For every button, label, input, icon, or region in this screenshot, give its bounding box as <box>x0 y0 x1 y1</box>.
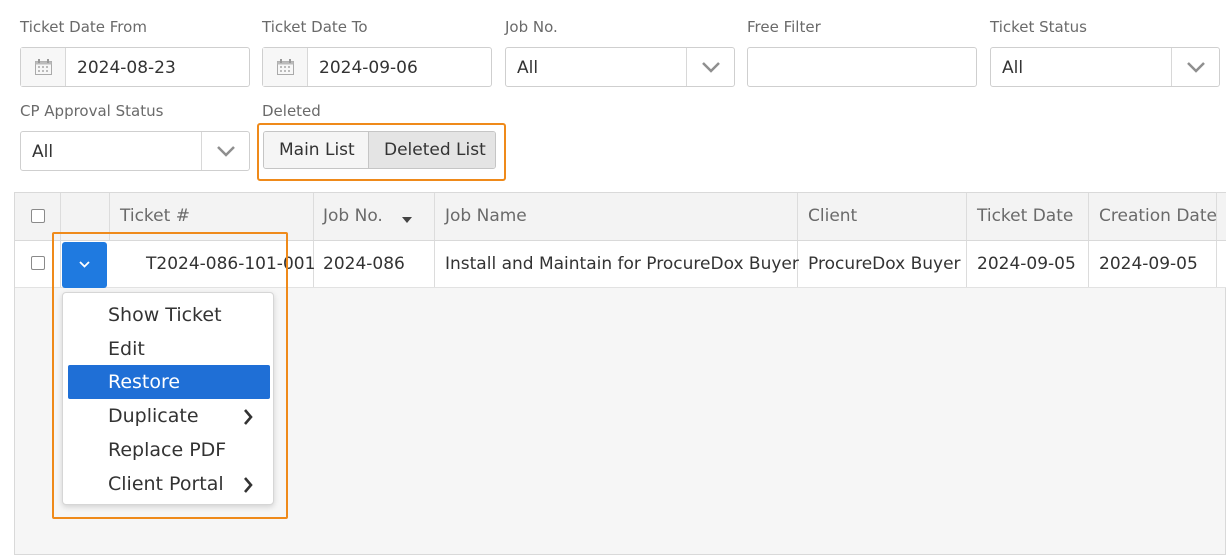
menu-item-replace-pdf[interactable]: Replace PDF <box>68 433 270 467</box>
deleted-toggle: Main List Deleted List <box>263 131 496 169</box>
menu-item-edit[interactable]: Edit <box>68 332 270 366</box>
chevron-right-icon <box>244 477 253 493</box>
menu-item-restore[interactable]: Restore <box>68 365 270 399</box>
row-action-menu: Show Ticket Edit Restore Duplicate Repla… <box>62 292 274 505</box>
header-ticket: Ticket # <box>120 206 190 226</box>
header-ticket-date-col[interactable]: Ticket Date <box>967 193 1089 240</box>
cp-approval-status-value: All <box>32 142 54 162</box>
header-job-no-col[interactable]: Job No. <box>314 193 435 240</box>
job-no-value: All <box>517 58 539 78</box>
row-creation-date: 2024-09-05 <box>1099 254 1198 274</box>
free-filter-label: Free Filter <box>747 18 821 36</box>
row-client-cell: ProcureDox Buyer <box>798 241 967 287</box>
ticket-date-to-label: Ticket Date To <box>262 18 368 36</box>
ticket-date-to-value: 2024-09-06 <box>319 58 418 78</box>
row-checkbox[interactable] <box>31 256 45 270</box>
header-creation-date-col[interactable]: Creation Date <box>1089 193 1217 240</box>
chevron-down-icon[interactable] <box>1171 48 1219 86</box>
header-ticket-date: Ticket Date <box>977 206 1074 226</box>
row-ticket-date: 2024-09-05 <box>977 254 1076 274</box>
header-job-no: Job No. <box>323 206 383 226</box>
header-job-name: Job Name <box>445 206 527 226</box>
row-job-name: Install and Maintain for ProcureDox Buye… <box>445 254 799 274</box>
cp-approval-status-label: CP Approval Status <box>20 102 164 120</box>
calendar-icon[interactable] <box>263 48 308 86</box>
ticket-date-from-field[interactable]: 2024-08-23 <box>20 47 250 87</box>
chevron-down-icon[interactable] <box>201 132 249 170</box>
menu-item-label: Show Ticket <box>108 304 222 326</box>
menu-item-show-ticket[interactable]: Show Ticket <box>68 298 270 332</box>
chevron-down-icon[interactable] <box>686 48 734 86</box>
menu-item-label: Duplicate <box>108 405 199 427</box>
menu-item-label: Restore <box>108 371 181 393</box>
free-filter-input[interactable] <box>747 47 977 87</box>
menu-item-label: Replace PDF <box>108 439 227 461</box>
main-list-button[interactable]: Main List <box>264 132 369 168</box>
ticket-status-select[interactable]: All <box>990 47 1220 87</box>
row-ticket-date-cell: 2024-09-05 <box>967 241 1089 287</box>
deleted-list-button[interactable]: Deleted List <box>369 132 495 168</box>
job-no-label: Job No. <box>505 18 558 36</box>
deleted-label: Deleted <box>262 102 321 120</box>
select-all-checkbox[interactable] <box>31 209 45 223</box>
calendar-icon[interactable] <box>21 48 66 86</box>
header-creation-date: Creation Date <box>1099 206 1217 226</box>
row-job-no-cell: 2024-086 <box>314 241 435 287</box>
header-client-col[interactable]: Client <box>798 193 967 240</box>
row-client: ProcureDox Buyer <box>808 254 961 274</box>
deleted-toggle-highlight: Main List Deleted List <box>257 123 506 181</box>
job-no-select[interactable]: All <box>505 47 735 87</box>
cp-approval-status-select[interactable]: All <box>20 131 250 171</box>
menu-item-duplicate[interactable]: Duplicate <box>68 399 270 433</box>
row-job-name-cell: Install and Maintain for ProcureDox Buye… <box>435 241 799 287</box>
menu-item-label: Client Portal <box>108 473 224 495</box>
menu-item-label: Edit <box>108 338 145 360</box>
ticket-date-from-value: 2024-08-23 <box>77 58 176 78</box>
ticket-date-from-label: Ticket Date From <box>20 18 147 36</box>
header-client: Client <box>808 206 858 226</box>
sort-desc-icon <box>402 217 412 223</box>
ticket-status-label: Ticket Status <box>990 18 1087 36</box>
ticket-status-value: All <box>1002 58 1024 78</box>
chevron-right-icon <box>244 409 253 425</box>
menu-item-client-portal[interactable]: Client Portal <box>68 467 270 501</box>
row-creation-date-cell: 2024-09-05 <box>1089 241 1217 287</box>
header-job-name-col[interactable]: Job Name <box>435 193 798 240</box>
ticket-date-to-field[interactable]: 2024-09-06 <box>262 47 492 87</box>
row-job-no: 2024-086 <box>323 254 405 274</box>
